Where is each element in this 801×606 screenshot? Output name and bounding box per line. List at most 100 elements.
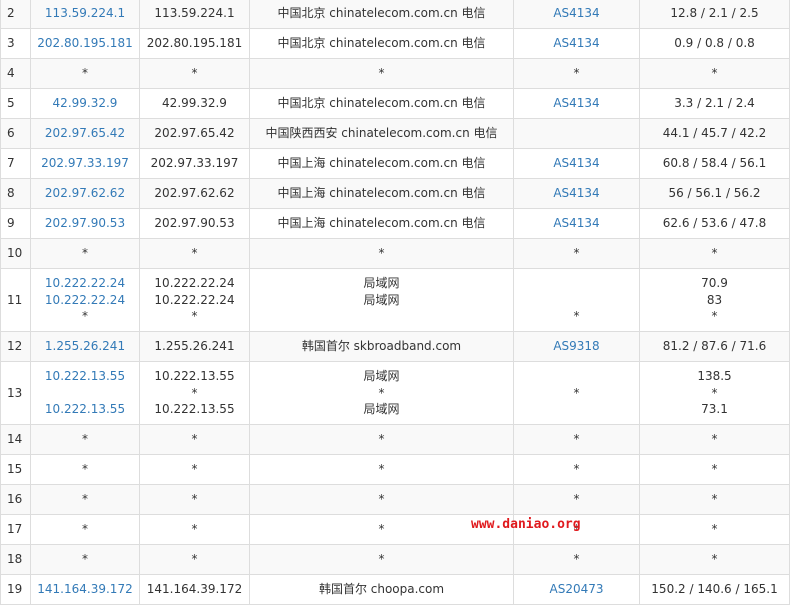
latency-cell: 0.9 / 0.8 / 0.8 (639, 28, 790, 59)
hop-number: 13 (0, 361, 31, 425)
hostname-text: 10.222.13.55 (154, 402, 235, 417)
asn-link[interactable]: AS4134 (518, 215, 635, 232)
hop-row: 18 * * * * * (0, 544, 790, 575)
ip-link[interactable]: 141.164.39.172 (35, 581, 135, 598)
ip-link[interactable]: 10.222.22.24 (35, 275, 135, 292)
hostname-cell: 202.97.65.42 (139, 118, 250, 149)
ip-link[interactable]: 202.97.90.53 (35, 215, 135, 232)
location-text: 韩国首尔 choopa.com (318, 582, 445, 597)
hop-number: 15 (0, 454, 31, 485)
asn-cell: * (513, 454, 640, 485)
hop-number: 7 (0, 148, 31, 179)
asn-link[interactable]: AS4134 (518, 5, 635, 22)
ip-cell: 1.255.26.241 (30, 331, 140, 362)
asn-cell: AS4134 (513, 28, 640, 59)
location-cell: 中国陕西西安 chinatelecom.com.cn 电信 (249, 118, 514, 149)
hop-row: 4 * * * * * (0, 58, 790, 89)
ip-link[interactable]: 10.222.13.55 (35, 401, 135, 418)
ip-link[interactable]: 202.97.33.197 (35, 155, 135, 172)
asn-text: * (573, 462, 580, 477)
ip-cell: * (30, 454, 140, 485)
asn-link[interactable]: AS9318 (518, 338, 635, 355)
asn-cell: * (513, 361, 640, 425)
asn-text: * (573, 492, 580, 507)
hop-number: 8 (0, 178, 31, 209)
ip-link[interactable]: 10.222.13.55 (35, 368, 135, 385)
ip-text: * (82, 309, 88, 324)
ip-cell: * (30, 484, 140, 515)
location-cell: * (249, 484, 514, 515)
ip-link[interactable]: 42.99.32.9 (35, 95, 135, 112)
hostname-cell: * (139, 424, 250, 455)
location-cell: 中国北京 chinatelecom.com.cn 电信 (249, 88, 514, 119)
hop-row: 7 202.97.33.197 202.97.33.197 中国上海 chinatel… (0, 148, 790, 179)
ip-cell: * (30, 514, 140, 545)
hop-row: 10 * * * * * (0, 238, 790, 269)
latency-cell: 44.1 / 45.7 / 42.2 (639, 118, 790, 149)
hop-number: 5 (0, 88, 31, 119)
asn-text (518, 275, 635, 292)
asn-cell: * (513, 424, 640, 455)
hop-number: 16 (0, 484, 31, 515)
latency-text: 83 (706, 292, 723, 307)
latency-text: 44.1 / 45.7 / 42.2 (662, 126, 767, 141)
hop-row: 16 * * * * * (0, 484, 790, 515)
location-text: 中国上海 chinatelecom.com.cn 电信 (277, 216, 486, 231)
latency-text: 12.8 / 2.1 / 2.5 (670, 6, 759, 21)
ip-cell: * (30, 424, 140, 455)
location-cell: 韩国首尔 choopa.com (249, 574, 514, 605)
asn-link[interactable]: AS20473 (518, 581, 635, 598)
latency-cell: 150.2 / 140.6 / 165.1 (639, 574, 790, 605)
watermark-text: www.daniao.org (471, 517, 581, 532)
ip-link[interactable]: 202.97.62.62 (35, 185, 135, 202)
asn-cell: * (513, 238, 640, 269)
asn-link[interactable]: AS4134 (518, 95, 635, 112)
traceroute-table: 2 113.59.224.1 113.59.224.1 中国北京 chinatelec… (0, 0, 790, 605)
latency-cell: * (639, 454, 790, 485)
location-text: 中国陕西西安 chinatelecom.com.cn 电信 (265, 126, 498, 141)
asn-cell: * (513, 268, 640, 332)
location-cell: 中国上海 chinatelecom.com.cn 电信 (249, 148, 514, 179)
location-text: * (378, 66, 385, 81)
location-text: * (378, 552, 385, 567)
hop-row: 17 * * * * * (0, 514, 790, 545)
hostname-text: * (191, 522, 198, 537)
location-cell: * (249, 454, 514, 485)
hop-number: 11 (0, 268, 31, 332)
latency-text: 73.1 (701, 402, 728, 417)
hostname-text: * (191, 492, 198, 507)
latency-text: 70.9 (701, 276, 728, 291)
latency-cell: 138.5 * 73.1 (639, 361, 790, 425)
ip-link[interactable]: 202.97.65.42 (35, 125, 135, 142)
asn-link[interactable]: AS4134 (518, 155, 635, 172)
location-text: 中国北京 chinatelecom.com.cn 电信 (277, 6, 486, 21)
ip-link[interactable]: 202.80.195.181 (35, 35, 135, 52)
ip-cell: * (30, 544, 140, 575)
asn-cell: AS4134 (513, 208, 640, 239)
latency-text: 150.2 / 140.6 / 165.1 (651, 582, 778, 597)
location-cell: 中国北京 chinatelecom.com.cn 电信 (249, 28, 514, 59)
location-cell: * (249, 238, 514, 269)
hostname-cell: 202.97.90.53 (139, 208, 250, 239)
latency-text: * (711, 522, 718, 537)
ip-text: * (82, 66, 88, 81)
hop-row: 12 1.255.26.241 1.255.26.241 韩国首尔 skbroadba… (0, 331, 790, 362)
hostname-cell: 141.164.39.172 (139, 574, 250, 605)
hop-row: 8 202.97.62.62 202.97.62.62 中国上海 chinatelec… (0, 178, 790, 209)
asn-text: * (573, 309, 580, 324)
ip-cell: 10.222.13.55 10.222.13.55 (30, 361, 140, 425)
ip-link[interactable]: 10.222.22.24 (35, 292, 135, 309)
ip-link[interactable]: 113.59.224.1 (35, 5, 135, 22)
location-text: 中国北京 chinatelecom.com.cn 电信 (277, 36, 486, 51)
latency-cell: * (639, 544, 790, 575)
hostname-text: 202.97.33.197 (150, 156, 239, 171)
hostname-text: 10.222.22.24 (154, 276, 235, 291)
hostname-text: * (191, 246, 198, 261)
ip-cell: * (30, 58, 140, 89)
location-cell: 韩国首尔 skbroadband.com (249, 331, 514, 362)
latency-text: 81.2 / 87.6 / 71.6 (662, 339, 767, 354)
ip-link[interactable]: 1.255.26.241 (35, 338, 135, 355)
hostname-cell: * (139, 544, 250, 575)
asn-link[interactable]: AS4134 (518, 185, 635, 202)
asn-link[interactable]: AS4134 (518, 35, 635, 52)
